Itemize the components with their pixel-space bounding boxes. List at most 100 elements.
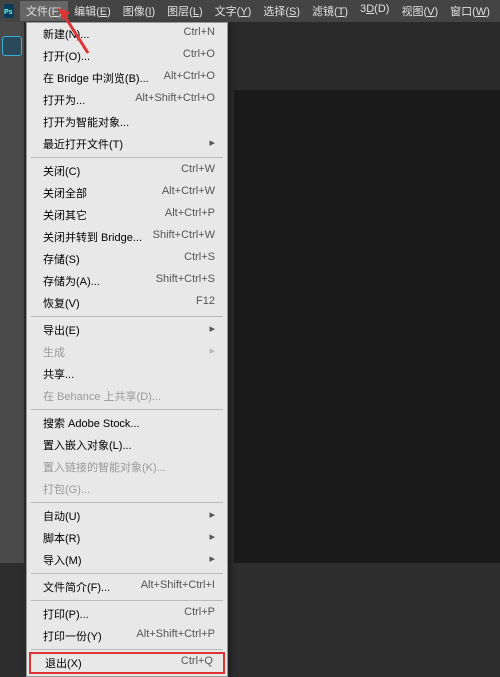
menu-separator [31,502,223,503]
menu-item-exit-highlighted[interactable]: 退出(X) Ctrl+Q [29,652,225,674]
menu-item[interactable]: 打开为... Alt+Shift+Ctrl+O [27,89,227,111]
menu-l[interactable]: 图层(L) [161,1,208,21]
menu-item[interactable]: 脚本(R) ▸ [27,527,227,549]
menu-item-label: 打开(O)... [43,48,90,64]
menu-item[interactable]: 打开为智能对象... [27,111,227,133]
menu-item-shortcut: Alt+Ctrl+P [165,207,215,223]
menu-item-label: 打开为智能对象... [43,114,129,130]
menu-item-label: 存储为(A)... [43,273,100,289]
menu-item-shortcut: Shift+Ctrl+S [156,273,215,289]
menu-item-label: 关闭全部 [43,185,87,201]
menu-item-label: 导入(M) [43,552,82,568]
tool-icon[interactable] [2,36,22,56]
menu-item[interactable]: 最近打开文件(T) ▸ [27,133,227,155]
menu-item[interactable]: 置入嵌入对象(L)... [27,434,227,456]
menu-item[interactable]: 存储为(A)... Shift+Ctrl+S [27,270,227,292]
menu-item: 打包(G)... [27,478,227,500]
menu-item-label: 生成 [43,344,65,360]
menu-item-label: 最近打开文件(T) [43,136,123,152]
menu-item-label: 打印(P)... [43,606,89,622]
menubar: Ps 文件(F)编辑(E)图像(I)图层(L)文字(Y)选择(S)滤镜(T)3D… [0,0,500,22]
menu-item[interactable]: 关闭并转到 Bridge... Shift+Ctrl+W [27,226,227,248]
menu-item-label: 共享... [43,366,74,382]
menu-s[interactable]: 选择(S) [257,1,306,21]
menu-t[interactable]: 滤镜(T) [306,1,354,21]
menu-item-shortcut: Alt+Shift+Ctrl+O [135,92,215,108]
menu-item-label: 搜索 Adobe Stock... [43,415,140,431]
menu-item-shortcut: F12 [196,295,215,311]
menu-item-label: 退出(X) [45,655,82,671]
menu-item[interactable]: 恢复(V) F12 [27,292,227,314]
menu-item-shortcut: ▸ [209,136,215,152]
menu-item-shortcut: Ctrl+Q [181,655,213,671]
menu-item-shortcut: ▸ [209,508,215,524]
menu-w[interactable]: 窗口(W) [444,1,496,21]
menu-item: 在 Behance 上共享(D)... [27,385,227,407]
menu-f[interactable]: 文件(F) [20,1,68,21]
menu-item[interactable]: 导入(M) ▸ [27,549,227,571]
menu-item[interactable]: 关闭全部 Alt+Ctrl+W [27,182,227,204]
menu-separator [31,157,223,158]
menu-item[interactable]: 打印一份(Y) Alt+Shift+Ctrl+P [27,625,227,647]
menu-y[interactable]: 文字(Y) [209,1,258,21]
menu-item-label: 关闭其它 [43,207,87,223]
menu-item[interactable]: 文件简介(F)... Alt+Shift+Ctrl+I [27,576,227,598]
menu-item-label: 新建(N)... [43,26,89,42]
menu-item-label: 置入嵌入对象(L)... [43,437,132,453]
menu-item-shortcut: Ctrl+O [183,48,215,64]
menu-item[interactable]: 导出(E) ▸ [27,319,227,341]
menu-d[interactable]: 3D(D) [354,1,395,21]
menu-item[interactable]: 搜索 Adobe Stock... [27,412,227,434]
menu-item: 置入链接的智能对象(K)... [27,456,227,478]
menu-i[interactable]: 图像(I) [117,1,161,21]
menu-item-shortcut: Ctrl+N [184,26,215,42]
menu-item[interactable]: 自动(U) ▸ [27,505,227,527]
menu-item-label: 自动(U) [43,508,80,524]
menu-item-label: 存储(S) [43,251,80,267]
menu-item-label: 在 Behance 上共享(D)... [43,388,161,404]
menu-item-label: 打印一份(Y) [43,628,102,644]
svg-text:Ps: Ps [4,9,13,16]
menu-separator [31,316,223,317]
menu-item-label: 脚本(R) [43,530,80,546]
menu-item-label: 打开为... [43,92,85,108]
menu-e[interactable]: 编辑(E) [68,1,117,21]
menu-item[interactable]: 共享... [27,363,227,385]
menu-item-label: 在 Bridge 中浏览(B)... [43,70,149,86]
menu-separator [31,600,223,601]
menu-item-shortcut: ▸ [209,530,215,546]
menu-item[interactable]: 关闭(C) Ctrl+W [27,160,227,182]
menu-item[interactable]: 打开(O)... Ctrl+O [27,45,227,67]
menu-v[interactable]: 视图(V) [395,1,444,21]
app-logo: Ps [4,4,14,18]
tool-strip [0,22,24,563]
menu-h[interactable]: 帮助(H) [496,1,500,21]
menu-separator [31,573,223,574]
menu-separator [31,649,223,650]
menu-item-shortcut: Ctrl+S [184,251,215,267]
menu-item-label: 导出(E) [43,322,80,338]
menu-item-label: 恢复(V) [43,295,80,311]
menu-item[interactable]: 在 Bridge 中浏览(B)... Alt+Ctrl+O [27,67,227,89]
menu-item-shortcut: Alt+Ctrl+W [162,185,215,201]
menu-item-shortcut: Shift+Ctrl+W [153,229,215,245]
menu-item-label: 关闭(C) [43,163,80,179]
menu-item-shortcut: Alt+Ctrl+O [164,70,215,86]
menu-separator [31,409,223,410]
menu-item-shortcut: Alt+Shift+Ctrl+I [141,579,215,595]
menu-item-label: 打包(G)... [43,481,90,497]
menu-item-shortcut: ▸ [209,552,215,568]
menu-item-label: 置入链接的智能对象(K)... [43,459,166,475]
menu-item-shortcut: Alt+Shift+Ctrl+P [136,628,215,644]
menu-item[interactable]: 打印(P)...Ctrl+P [27,603,227,625]
menu-item: 生成▸ [27,341,227,363]
menu-item-shortcut: Ctrl+W [181,163,215,179]
file-menu-dropdown: 新建(N)... Ctrl+N 打开(O)... Ctrl+O 在 Bridge 中浏览… [26,22,228,677]
menu-item-label: 关闭并转到 Bridge... [43,229,142,245]
menu-item[interactable]: 存储(S) Ctrl+S [27,248,227,270]
menu-item-label: 文件简介(F)... [43,579,110,595]
menu-item-shortcut: ▸ [209,322,215,338]
menu-item[interactable]: 新建(N)... Ctrl+N [27,23,227,45]
document-panel [234,90,500,563]
menu-item[interactable]: 关闭其它 Alt+Ctrl+P [27,204,227,226]
